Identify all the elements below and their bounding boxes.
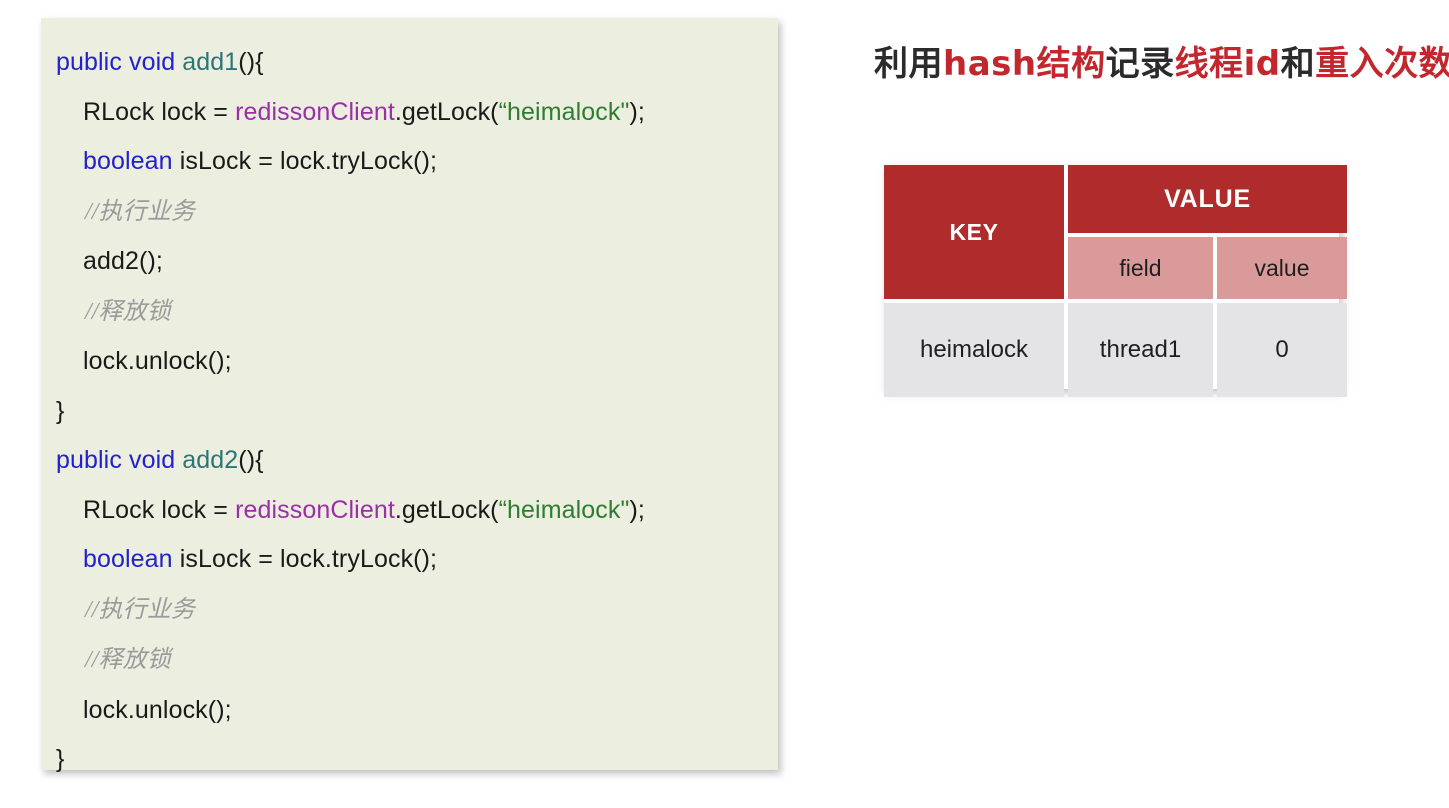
code-token: redissonClient bbox=[235, 496, 395, 524]
code-token: //执行业务 bbox=[85, 597, 195, 623]
right-pane: 利用hash结构记录线程id和重入次数 KEY VALUE field valu… bbox=[860, 0, 1449, 808]
code-line: lock.unlock(); bbox=[41, 337, 778, 387]
code-line: RLock lock = redissonClient.getLock(“hei… bbox=[41, 88, 778, 138]
table-header-value: VALUE bbox=[1068, 165, 1347, 233]
title-segment: 记录 bbox=[1106, 44, 1175, 84]
code-token: add2(); bbox=[83, 247, 163, 275]
code-line: //执行业务 bbox=[41, 187, 778, 238]
code-token: isLock = lock.tryLock(); bbox=[180, 147, 437, 175]
table-cell-key: heimalock bbox=[884, 303, 1064, 397]
code-token: } bbox=[56, 397, 64, 425]
code-token: ); bbox=[629, 496, 644, 524]
code-token: redissonClient bbox=[235, 98, 395, 126]
code-token: add1 bbox=[182, 48, 238, 76]
code-token: (){ bbox=[238, 446, 263, 474]
code-token: add2 bbox=[182, 446, 238, 474]
title-segment: 利用 bbox=[874, 44, 943, 84]
table-cell-value: 0 bbox=[1217, 303, 1347, 397]
code-line: public void add1(){ bbox=[41, 38, 778, 88]
code-token: lock.unlock(); bbox=[83, 347, 232, 375]
code-line: //释放锁 bbox=[41, 287, 778, 338]
code-line: public void add2(){ bbox=[41, 436, 778, 486]
code-token: .getLock( bbox=[395, 98, 499, 126]
code-token: RLock lock = bbox=[83, 496, 235, 524]
code-token: boolean bbox=[83, 545, 180, 573]
code-line: boolean isLock = lock.tryLock(); bbox=[41, 535, 778, 585]
code-line: //执行业务 bbox=[41, 585, 778, 636]
code-token: “heimalock" bbox=[499, 496, 630, 524]
code-token: //释放锁 bbox=[85, 647, 171, 673]
code-token: //执行业务 bbox=[85, 199, 195, 225]
code-line: lock.unlock(); bbox=[41, 686, 778, 736]
title-segment: 线程id bbox=[1175, 44, 1281, 84]
code-token: RLock lock = bbox=[83, 98, 235, 126]
code-token: isLock = lock.tryLock(); bbox=[180, 545, 437, 573]
title-segment: 重入次数 bbox=[1315, 44, 1449, 84]
code-token: public void bbox=[56, 446, 182, 474]
title-segment: 和 bbox=[1281, 44, 1316, 84]
code-token: ); bbox=[629, 98, 644, 126]
page-title: 利用hash结构记录线程id和重入次数 bbox=[874, 36, 1449, 85]
code-line: //释放锁 bbox=[41, 635, 778, 686]
code-line: boolean isLock = lock.tryLock(); bbox=[41, 137, 778, 187]
code-token: (){ bbox=[238, 48, 263, 76]
code-token: .getLock( bbox=[395, 496, 499, 524]
code-token: } bbox=[56, 745, 64, 773]
hash-structure-table: KEY VALUE field value heimalock thread1 … bbox=[884, 165, 1339, 389]
code-token: boolean bbox=[83, 147, 180, 175]
code-token: //释放锁 bbox=[85, 299, 171, 325]
code-token: “heimalock" bbox=[499, 98, 630, 126]
table-grid: KEY VALUE field value heimalock thread1 … bbox=[884, 165, 1339, 389]
title-segment: hash结构 bbox=[943, 44, 1106, 84]
table-cell-field: thread1 bbox=[1068, 303, 1213, 397]
table-header-key: KEY bbox=[884, 165, 1064, 299]
code-snippet-panel: public void add1(){RLock lock = redisson… bbox=[41, 18, 778, 770]
code-line: RLock lock = redissonClient.getLock(“hei… bbox=[41, 486, 778, 536]
code-line: } bbox=[41, 387, 778, 437]
code-token: public void bbox=[56, 48, 182, 76]
code-line: add2(); bbox=[41, 237, 778, 287]
table-subheader-value: value bbox=[1217, 237, 1347, 299]
table-subheader-field: field bbox=[1068, 237, 1213, 299]
code-token: lock.unlock(); bbox=[83, 696, 232, 724]
code-line: } bbox=[41, 735, 778, 785]
